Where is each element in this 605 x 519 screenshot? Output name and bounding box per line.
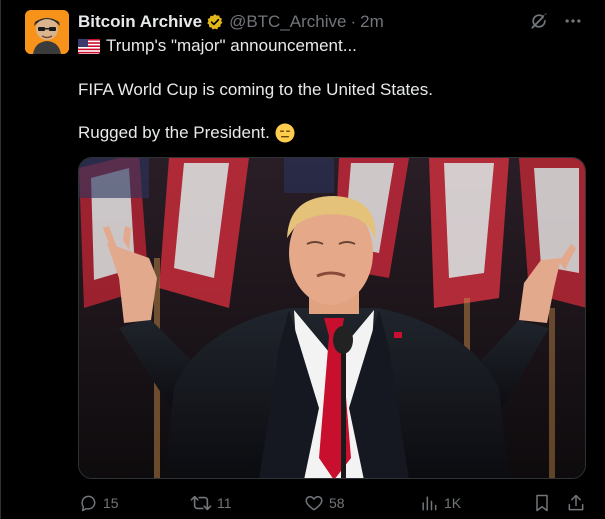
gold-verified-badge-icon[interactable] <box>206 13 224 31</box>
tweet-media-photo[interactable] <box>78 157 586 479</box>
views-count: 1K <box>444 495 462 511</box>
like-button[interactable]: 58 <box>304 490 345 516</box>
bookmark-icon <box>532 493 552 513</box>
tweet-timestamp[interactable]: 2m <box>360 12 384 32</box>
like-count: 58 <box>329 495 345 511</box>
repost-button[interactable]: 11 <box>190 490 232 516</box>
views-icon <box>419 493 439 513</box>
grok-icon[interactable] <box>529 11 549 31</box>
tweet-actions: 15 11 58 1K <box>78 490 588 516</box>
author-display-name[interactable]: Bitcoin Archive <box>78 12 202 32</box>
header-separator: · <box>350 12 357 31</box>
share-icon <box>566 493 586 513</box>
tweet-text-rugged: Rugged by the President. <box>78 123 270 142</box>
reply-button[interactable]: 15 <box>78 490 119 516</box>
reply-icon <box>78 493 98 513</box>
reply-count: 15 <box>103 495 119 511</box>
tweet-top-icons <box>529 11 583 31</box>
views-button[interactable]: 1K <box>419 490 461 516</box>
us-flag-icon <box>78 38 100 54</box>
tweet-text-line-3: Rugged by the President. <box>78 122 295 144</box>
tweet-text-line-2: FIFA World Cup is coming to the United S… <box>78 79 433 101</box>
tweet-text-world-cup: FIFA World Cup is coming to the United S… <box>78 80 433 99</box>
avatar[interactable] <box>25 10 69 54</box>
repost-icon <box>190 493 212 513</box>
tweet-header: Bitcoin Archive @BTC_Archive · 2m <box>78 11 384 33</box>
more-icon[interactable] <box>563 11 583 31</box>
heart-icon <box>304 493 324 513</box>
tweet-text-line-1: Trump's "major" announcement... <box>78 35 357 57</box>
author-handle[interactable]: @BTC_Archive <box>229 12 346 32</box>
bookmark-button[interactable] <box>532 490 557 516</box>
photo-of-man-shrugging-at-podium <box>79 158 585 478</box>
tweet-text-announcement: Trump's "major" announcement... <box>106 36 357 55</box>
expressionless-face-icon <box>275 123 295 143</box>
share-button[interactable] <box>566 490 591 516</box>
tweet[interactable]: Bitcoin Archive @BTC_Archive · 2m Trump'… <box>0 0 605 519</box>
repost-count: 11 <box>217 495 232 511</box>
